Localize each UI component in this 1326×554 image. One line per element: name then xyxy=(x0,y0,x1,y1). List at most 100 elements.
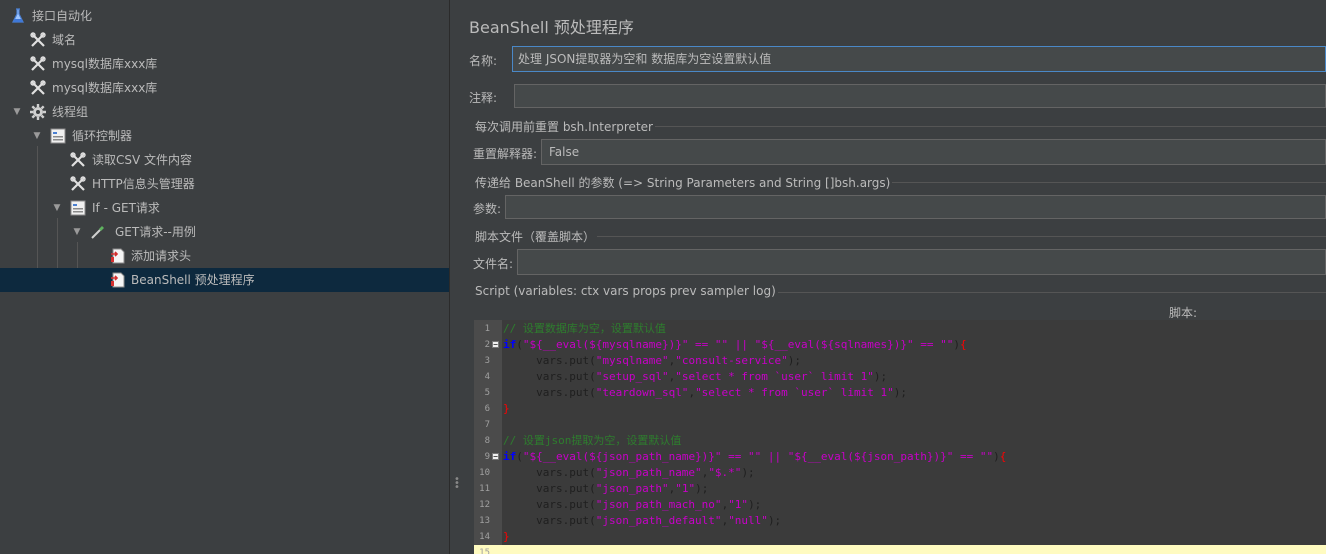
code-line[interactable]: 1 // 设置数据库为空，设置默认值 xyxy=(474,321,1326,337)
fold-toggle-icon[interactable]: − xyxy=(492,341,499,349)
reset-interpreter-select[interactable]: False xyxy=(541,139,1326,165)
code-token-string: "${__eval(${mysqlname})}" == "" || "${__… xyxy=(522,338,954,351)
wrench-icon xyxy=(30,56,46,72)
code-token-default: vars.put( xyxy=(503,514,596,527)
line-number: 2 xyxy=(484,340,490,350)
code-token-keyword: if xyxy=(503,450,517,463)
line-number: 3 xyxy=(484,356,490,366)
tree-node-label: BeanShell 预处理程序 xyxy=(131,273,255,287)
tree-node-label: 域名 xyxy=(52,33,77,47)
name-label: 名称: xyxy=(469,54,498,68)
code-token-default: ) xyxy=(993,450,1000,463)
code-line[interactable]: 14} xyxy=(474,529,1326,545)
code-line[interactable]: 3 vars.put("mysqlname","consult-service"… xyxy=(474,353,1326,369)
script-editor[interactable]: 1// 设置数据库为空，设置默认值 2− if("${__eval(${mysqln… xyxy=(474,320,1326,554)
code-line[interactable]: 15 xyxy=(474,545,1326,554)
file-name-field[interactable] xyxy=(517,249,1326,275)
code-token-default: vars.put( xyxy=(503,386,596,399)
line-number: 13 xyxy=(479,516,490,526)
name-field[interactable]: 处理 JSON提取器为空和 数据库为空设置默认值 xyxy=(512,46,1326,72)
code-line[interactable]: 11 vars.put("json_path","1"); xyxy=(474,481,1326,497)
code-token-default: ); xyxy=(695,482,709,495)
line-number: 8 xyxy=(484,436,490,446)
code-line[interactable]: 6} xyxy=(474,401,1326,417)
tree-node-label: 读取CSV 文件内容 xyxy=(92,153,193,167)
code-token-string: "1" xyxy=(728,498,749,511)
tree-node-label: GET请求--用例 xyxy=(115,225,196,239)
tree-node-config-mysql-1[interactable]: mysql数据库xxx库 xyxy=(0,52,449,76)
preprocessor-icon xyxy=(110,272,126,288)
tree-node-loop-controller[interactable]: ▼ 循环控制器 xyxy=(0,124,449,148)
pipette-icon xyxy=(90,224,106,240)
code-token-default: ) xyxy=(953,338,960,351)
line-number: 4 xyxy=(484,372,490,382)
code-line[interactable]: 13 vars.put("json_path_default","null"); xyxy=(474,513,1326,529)
tree-node-http-header-manager[interactable]: HTTP信息头管理器 xyxy=(0,172,449,196)
code-token-string: "1" xyxy=(675,482,696,495)
comment-label: 注释: xyxy=(469,91,498,105)
chevron-down-icon[interactable]: ▼ xyxy=(10,100,24,124)
tree-node-add-header[interactable]: 添加请求头 xyxy=(0,244,449,268)
line-number: 12 xyxy=(479,500,490,510)
chevron-down-icon[interactable]: ▼ xyxy=(30,124,44,148)
line-number: 5 xyxy=(484,388,490,398)
params-label: 参数: xyxy=(473,202,502,216)
params-group-title: 传递给 BeanShell 的参数 (=> String Parameters … xyxy=(473,174,893,191)
line-number: 14 xyxy=(479,532,490,542)
tree-node-beanshell-preprocessor[interactable]: BeanShell 预处理程序 xyxy=(0,268,449,292)
line-number: 15 xyxy=(479,548,490,554)
code-line[interactable]: 9− if("${__eval(${json_path_name})}" == "… xyxy=(474,449,1326,465)
code-token-default: vars.put( xyxy=(503,354,596,367)
line-number: 10 xyxy=(479,468,490,478)
code-line[interactable]: 2− if("${__eval(${mysqlname})}" == "" || … xyxy=(474,337,1326,353)
tree-node-thread-group[interactable]: ▼ 线程组 xyxy=(0,100,449,124)
tree-node-get-sampler[interactable]: ▼ GET请求--用例 xyxy=(0,220,449,244)
code-token-brace: } xyxy=(503,530,510,543)
code-line[interactable]: 12 vars.put("json_path_mach_no","1"); xyxy=(474,497,1326,513)
params-field[interactable] xyxy=(505,195,1326,219)
code-line[interactable]: 8 // 设置json提取为空，设置默认值 xyxy=(474,433,1326,449)
tree-node-label: 线程组 xyxy=(52,105,89,119)
reset-label: 重置解释器: xyxy=(473,147,538,161)
code-token-comment: // 设置json提取为空，设置默认值 xyxy=(503,434,682,447)
chevron-down-icon[interactable]: ▼ xyxy=(50,196,64,220)
group-border xyxy=(597,236,1326,237)
test-plan-tree[interactable]: 接口自动化 域名 mysql数据库xxx库 mysql数据库xxx库 ▼ 线程组… xyxy=(0,0,449,554)
tree-node-if-controller[interactable]: ▼ If - GET请求 xyxy=(0,196,449,220)
tree-node-config-domain[interactable]: 域名 xyxy=(0,28,449,52)
comment-field[interactable] xyxy=(514,84,1326,108)
file-group-title: 脚本文件（覆盖脚本） xyxy=(473,228,598,245)
code-text: vars.put("json_path_name","$.*"); xyxy=(503,465,755,481)
controller-icon xyxy=(50,128,66,144)
code-token-string: "$.*" xyxy=(708,466,742,479)
tree-node-label: 循环控制器 xyxy=(72,129,133,143)
tree-node-config-mysql-2[interactable]: mysql数据库xxx库 xyxy=(0,76,449,100)
code-token-string: "select * from `user` limit 1" xyxy=(695,386,894,399)
code-token-brace: { xyxy=(959,338,967,351)
code-line[interactable]: 5 vars.put("teardown_sql","select * from… xyxy=(474,385,1326,401)
chevron-down-icon[interactable]: ▼ xyxy=(70,220,84,244)
fold-toggle-icon[interactable]: − xyxy=(492,453,499,461)
wrench-icon xyxy=(70,176,86,192)
code-line[interactable]: 10 vars.put("json_path_name","$.*"); xyxy=(474,465,1326,481)
code-token-default: ); xyxy=(787,354,802,367)
code-token-default: ); xyxy=(748,498,762,511)
tree-node-label: mysql数据库xxx库 xyxy=(52,57,158,71)
tree-node-test-plan[interactable]: 接口自动化 xyxy=(0,4,449,28)
code-text: } xyxy=(503,529,510,545)
wrench-icon xyxy=(30,80,46,96)
drag-handle-icon: • • • xyxy=(454,474,460,493)
code-text: vars.put("teardown_sql","select * from `… xyxy=(503,385,907,401)
line-number: 7 xyxy=(484,420,490,430)
code-text: vars.put("json_path_default","null"); xyxy=(503,513,781,529)
group-border xyxy=(647,126,1326,127)
code-text: vars.put("setup_sql","select * from `use… xyxy=(503,369,887,385)
code-token-default: ); xyxy=(741,466,755,479)
code-line[interactable]: 4 vars.put("setup_sql","select * from `u… xyxy=(474,369,1326,385)
reset-group-title: 每次调用前重置 bsh.Interpreter xyxy=(473,118,655,135)
script-label: 脚本: xyxy=(1169,306,1198,320)
code-line[interactable]: 7 xyxy=(474,417,1326,433)
tree-node-csv-config[interactable]: 读取CSV 文件内容 xyxy=(0,148,449,172)
tree-node-label: 接口自动化 xyxy=(32,9,93,23)
code-token-string: "select * from `user` limit 1" xyxy=(675,370,874,383)
